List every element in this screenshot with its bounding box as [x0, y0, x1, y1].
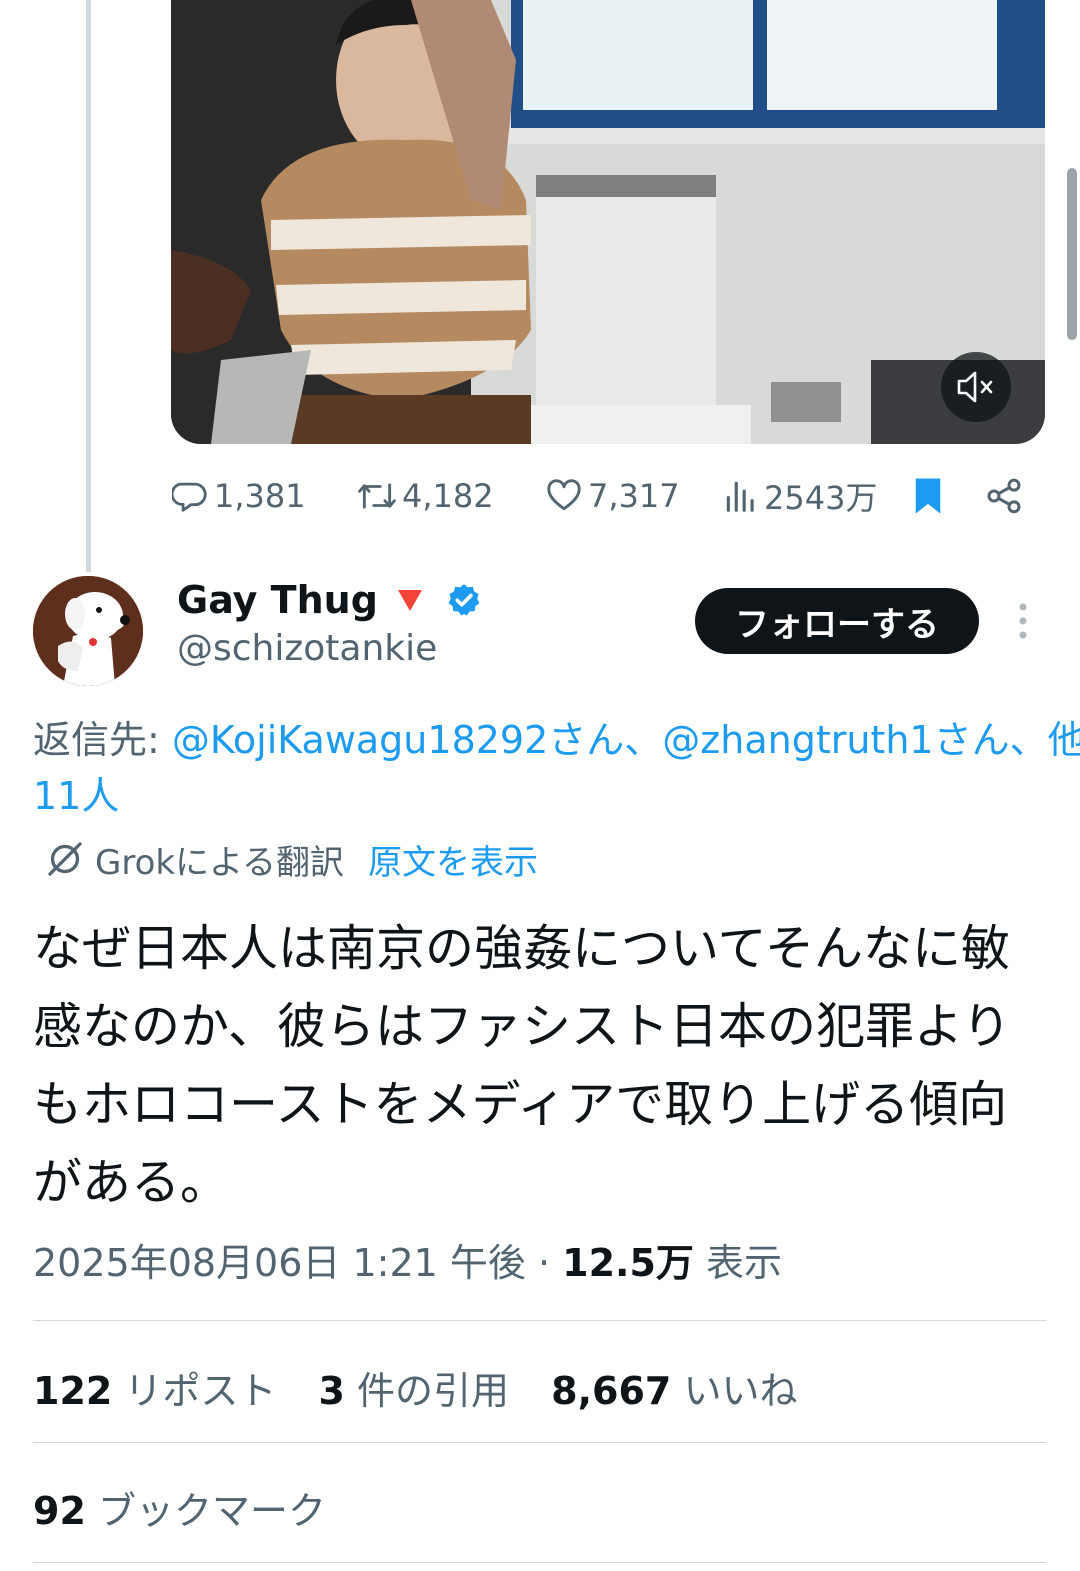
reply-suffix-1: さん、 — [548, 718, 663, 762]
divider — [33, 1442, 1046, 1443]
share-icon — [987, 478, 1021, 514]
bookmarks-stat[interactable]: 92 ブックマーク — [33, 1480, 326, 1535]
verified-badge-icon — [448, 584, 480, 616]
avatar[interactable] — [33, 576, 143, 686]
repost-icon — [358, 483, 396, 509]
scrollbar[interactable] — [1067, 168, 1077, 340]
repost-action[interactable]: 4,182 — [356, 470, 494, 522]
quotes-label: 件の引用 — [344, 1369, 510, 1413]
more-button[interactable] — [1013, 602, 1033, 642]
reposts-count: 122 — [33, 1369, 113, 1413]
quotes-count: 3 — [318, 1369, 345, 1413]
likes-count: 8,667 — [551, 1369, 672, 1413]
share-action[interactable] — [984, 470, 1024, 522]
divider — [33, 1320, 1046, 1321]
reply-others[interactable]: 11人 — [33, 774, 119, 818]
reply-to-prefix: 返信先: — [33, 718, 172, 762]
avatar-image — [33, 576, 143, 686]
like-icon — [547, 479, 581, 511]
timestamp[interactable]: 2025年08月06日 1:21 午後 — [33, 1241, 526, 1285]
tweet-text-line: 感なのか、彼らはファシスト日本の犯罪より — [33, 998, 1012, 1055]
translation-label: Grokによる翻訳 — [95, 842, 345, 883]
author-handle[interactable]: @schizotankie — [177, 628, 437, 669]
tweet-text-line: がある。 — [33, 1154, 230, 1211]
follow-button[interactable]: フォローする — [695, 588, 979, 654]
bookmarks-label: ブックマーク — [85, 1489, 326, 1533]
reply-to-line: 返信先: @KojiKawagu18292さん、@zhangtruth1さん、他… — [33, 712, 1080, 824]
engagement-stats: 122 リポスト 3 件の引用 8,667 いいね — [33, 1360, 797, 1415]
video-frame — [171, 0, 1045, 444]
quotes-stat[interactable]: 3 件の引用 — [319, 1369, 510, 1413]
likes-stat[interactable]: 8,667 いいね — [551, 1369, 797, 1413]
red-triangle-icon — [397, 590, 422, 611]
bookmark-action[interactable] — [910, 470, 946, 522]
reply-action[interactable]: 1,381 — [172, 470, 306, 522]
bookmark-icon — [915, 478, 941, 514]
tweet-text-line: なぜ日本人は南京の強姦についてそんなに敏 — [33, 920, 1011, 977]
reply-mention-2[interactable]: @zhangtruth1 — [662, 718, 933, 762]
meta-separator: · — [525, 1241, 563, 1285]
video-player[interactable] — [171, 0, 1045, 444]
tweet-meta: 2025年08月06日 1:21 午後 · 12.5万 表示 — [33, 1232, 782, 1287]
views-label: 表示 — [693, 1241, 783, 1285]
show-original-link[interactable]: 原文を表示 — [368, 835, 538, 884]
reply-icon — [172, 482, 207, 512]
verified-badge — [446, 582, 482, 618]
author-name: Gay Thug — [177, 578, 378, 622]
reposts-stat[interactable]: 122 リポスト — [33, 1369, 276, 1413]
views-total: 12.5万 — [562, 1241, 694, 1285]
reposts-label: リポスト — [112, 1369, 277, 1413]
repost-count: 4,182 — [402, 477, 494, 515]
tweet-text: なぜ日本人は南京の強姦についてそんなに敏 感なのか、彼らはファシスト日本の犯罪よ… — [33, 910, 1043, 1222]
reply-suffix-2[interactable]: さん、他 — [934, 718, 1080, 762]
bookmarks-count: 92 — [33, 1489, 86, 1533]
reply-count: 1,381 — [214, 477, 306, 515]
views-count: 2543万 — [764, 479, 878, 517]
mute-button[interactable] — [941, 352, 1011, 422]
reply-mention-1[interactable]: @KojiKawagu18292 — [172, 718, 548, 762]
tweet-text-line: もホロコーストをメディアで取り上げる傾向 — [33, 1076, 1008, 1133]
prev-tweet-action-bar: 1,381 4,182 7,317 2543万 — [0, 470, 1080, 522]
like-action[interactable]: 7,317 — [544, 470, 680, 522]
views-icon — [726, 481, 754, 512]
like-count: 7,317 — [588, 477, 680, 515]
mute-icon — [957, 371, 993, 403]
flag-emoji — [396, 587, 424, 613]
author-name-row[interactable]: Gay Thug — [177, 578, 482, 622]
divider — [33, 1562, 1046, 1563]
grok-translate-icon — [48, 842, 82, 876]
views-action[interactable]: 2543万 — [722, 470, 877, 522]
more-icon — [1019, 603, 1027, 639]
translation-bar: Grokによる翻訳 原文を表示 — [45, 835, 538, 884]
likes-label: いいね — [671, 1369, 798, 1413]
